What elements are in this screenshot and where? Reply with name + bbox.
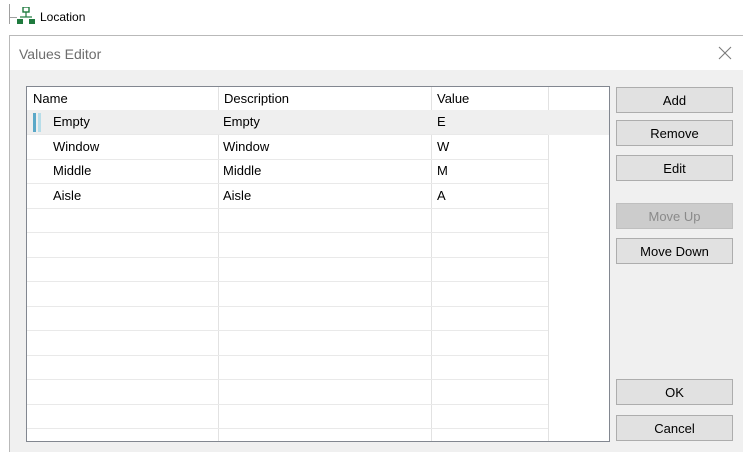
dialog-titlebar: Values Editor [10, 36, 743, 70]
tree-connector-line [9, 4, 10, 24]
row-divider [27, 256, 548, 258]
row-divider [27, 379, 548, 380]
row-divider [27, 428, 548, 429]
tree-connector-branch [9, 17, 17, 18]
row-indicator [33, 113, 36, 132]
row-divider [27, 305, 548, 307]
cell-name[interactable]: Aisle [53, 184, 81, 209]
values-editor-dialog: Values Editor Name Description Value Emp… [9, 35, 743, 452]
row-divider [27, 134, 548, 135]
row-divider [27, 403, 548, 405]
cell-value[interactable]: E [437, 110, 446, 135]
column-header-description[interactable]: Description [218, 87, 431, 110]
cancel-button[interactable]: Cancel [616, 415, 733, 441]
remove-button[interactable]: Remove [616, 120, 733, 146]
move-up-button[interactable]: Move Up [616, 203, 733, 229]
row-divider [27, 232, 548, 233]
tree-node-icon [17, 7, 35, 24]
tree-node-label[interactable]: Location [40, 10, 85, 24]
table-row[interactable]: Window Window W [27, 135, 609, 160]
dialog-title: Values Editor [19, 46, 102, 62]
cell-value[interactable]: M [437, 159, 448, 184]
cell-name[interactable]: Middle [53, 159, 91, 184]
values-grid[interactable]: Name Description Value Empty Empty E Win… [26, 86, 610, 442]
row-divider [27, 158, 548, 160]
add-button[interactable]: Add [616, 87, 733, 113]
ok-button[interactable]: OK [616, 379, 733, 405]
cell-name[interactable]: Empty [53, 110, 90, 135]
cell-description[interactable]: Aisle [223, 184, 251, 209]
tree-strip: Location [0, 0, 743, 34]
row-divider [27, 354, 548, 356]
row-indicator [38, 113, 41, 132]
move-down-button[interactable]: Move Down [616, 238, 733, 264]
close-icon[interactable] [715, 43, 735, 63]
column-header-value[interactable]: Value [431, 87, 548, 110]
row-divider [27, 183, 548, 184]
table-row[interactable]: Empty Empty E [27, 110, 609, 135]
table-row[interactable]: Aisle Aisle A [27, 184, 609, 209]
cell-name[interactable]: Window [53, 135, 99, 160]
cell-value[interactable]: W [437, 135, 449, 160]
cell-description[interactable]: Window [223, 135, 269, 160]
cell-value[interactable]: A [437, 184, 446, 209]
row-divider [27, 330, 548, 331]
cell-description[interactable]: Middle [223, 159, 261, 184]
table-row[interactable]: Middle Middle M [27, 159, 609, 184]
column-header-name[interactable]: Name [27, 87, 218, 110]
edit-button[interactable]: Edit [616, 155, 733, 181]
grid-header: Name Description Value [27, 87, 609, 110]
row-divider [27, 207, 548, 209]
row-divider [27, 281, 548, 282]
cell-description[interactable]: Empty [223, 110, 260, 135]
